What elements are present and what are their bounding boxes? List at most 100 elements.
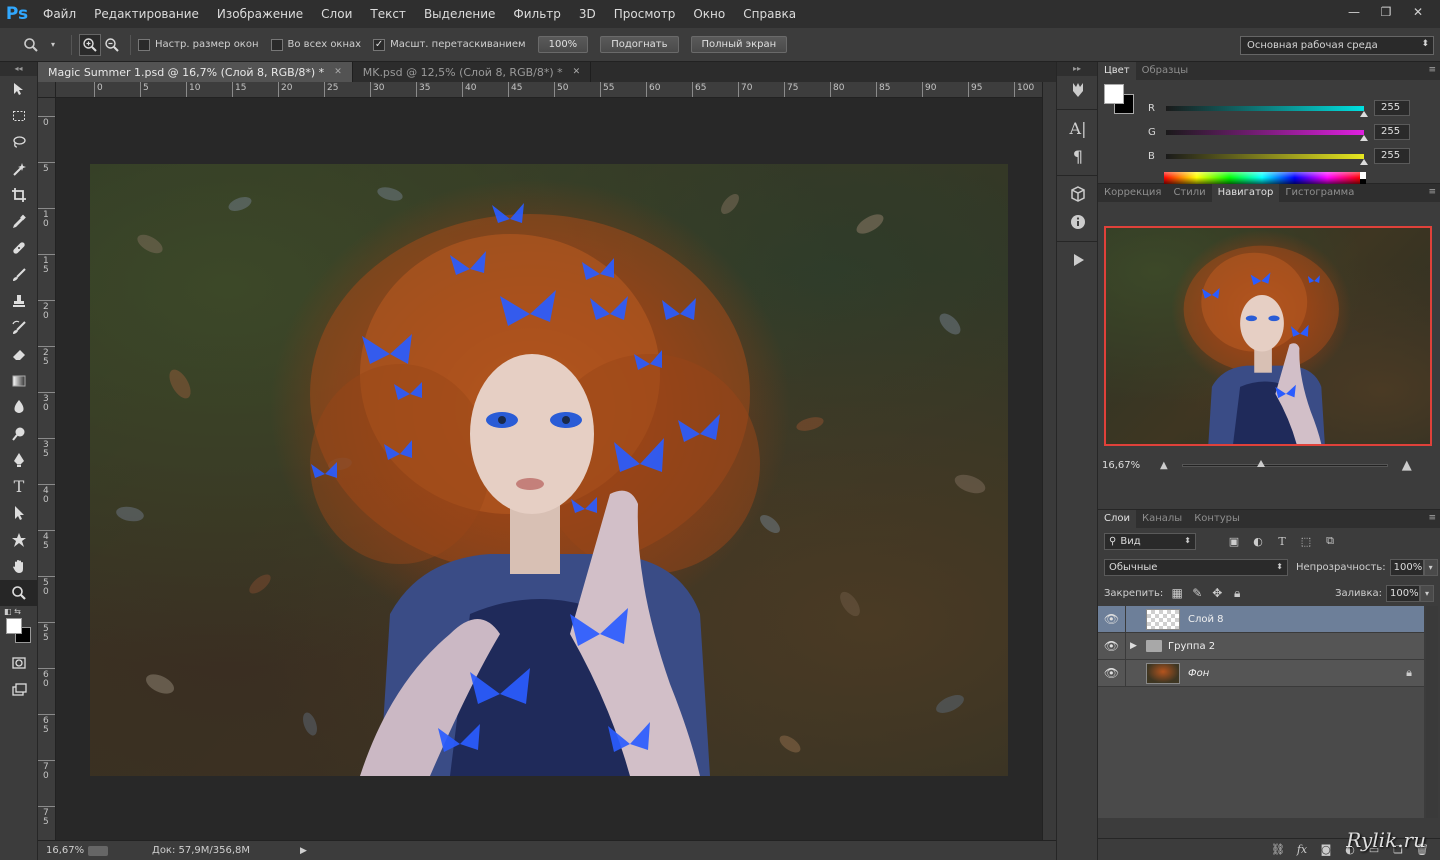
tab-histogram[interactable]: Гистограмма (1279, 184, 1360, 202)
minimize-button[interactable]: — (1340, 2, 1368, 22)
crop-tool-icon[interactable] (0, 182, 38, 209)
adjustment-layer-filter-icon[interactable]: ◐ (1250, 533, 1266, 549)
layer-row-gruppa-2[interactable]: 👁︎ ▶ Группа 2 (1098, 632, 1424, 660)
resize-windows-checkbox[interactable] (138, 38, 150, 51)
layers-scrollbar[interactable] (1426, 606, 1438, 818)
lock-pixels-brush-icon[interactable]: ✎ (1187, 585, 1207, 601)
layer-name[interactable]: Слой 8 (1188, 614, 1224, 625)
opacity-dropdown-icon[interactable]: ▾ (1423, 558, 1438, 576)
resize-windows-option[interactable]: Настр. размер окон (138, 38, 259, 51)
red-value-field[interactable]: 255 (1374, 100, 1410, 116)
eye-icon[interactable]: 👁︎ (1098, 659, 1126, 687)
menu-select[interactable]: Выделение (415, 0, 504, 28)
tab-navigator[interactable]: Навигатор (1211, 184, 1280, 202)
menu-file[interactable]: Файл (34, 0, 85, 28)
color-swatches[interactable]: ◧ ⇆ (0, 606, 38, 650)
close-icon[interactable]: ✕ (334, 67, 342, 77)
default-colors-icon[interactable]: ◧ ⇆ (4, 607, 21, 616)
ruler-origin[interactable] (38, 82, 56, 98)
magic-wand-icon[interactable] (0, 156, 38, 183)
tab-adjustments[interactable]: Коррекция (1098, 184, 1167, 202)
expand-arrow-icon[interactable]: ▶ (1130, 641, 1142, 651)
document-photo[interactable] (90, 164, 1008, 776)
document-status-icon[interactable] (88, 845, 108, 856)
panel-menu-icon[interactable]: ≡ (1428, 65, 1436, 75)
layer-row-sloi-8[interactable]: 👁︎ Слой 8 (1098, 605, 1424, 633)
eraser-icon[interactable] (0, 341, 38, 368)
zoom-all-windows-option[interactable]: Во всех окнах (270, 38, 361, 51)
status-zoom[interactable]: 16,67% (38, 845, 88, 856)
layer-row-fon[interactable]: 👁︎ Фон 🔒︎ (1098, 659, 1424, 687)
menu-3d[interactable]: 3D (570, 0, 605, 28)
paragraph-panel-icon[interactable]: ¶ (1057, 142, 1099, 170)
tab-swatches[interactable]: Образцы (1136, 62, 1195, 80)
lasso-tool-icon[interactable] (0, 129, 38, 156)
zoom-out-mountain-icon[interactable]: ▲ (1160, 460, 1168, 471)
tool-preset-dropdown-icon[interactable]: ▾ (42, 34, 64, 56)
eye-icon[interactable]: 👁︎ (1098, 605, 1126, 633)
shape-layer-filter-icon[interactable]: ⬚ (1298, 533, 1314, 549)
history-brush-icon[interactable] (0, 315, 38, 342)
brush-tool-icon[interactable] (0, 262, 38, 289)
lock-transparent-icon[interactable]: ▦ (1167, 585, 1187, 601)
navigator-view-box[interactable] (1104, 226, 1432, 446)
eye-icon[interactable]: 👁︎ (1098, 632, 1126, 660)
menu-image[interactable]: Изображение (208, 0, 312, 28)
tool-presets-icon[interactable] (1057, 76, 1099, 104)
menu-layers[interactable]: Слои (312, 0, 361, 28)
path-selection-icon[interactable] (0, 500, 38, 527)
status-menu-arrow-icon[interactable]: ▶ (300, 846, 307, 856)
type-layer-filter-icon[interactable]: T (1274, 533, 1290, 549)
color-panel-foreground-swatch[interactable] (1104, 84, 1124, 104)
tab-color[interactable]: Цвет (1098, 62, 1136, 80)
fill-field[interactable]: 100% (1386, 584, 1420, 602)
canvas-area[interactable] (56, 98, 1042, 840)
character-panel-icon[interactable]: A| (1057, 114, 1099, 142)
red-slider-thumb[interactable] (1360, 110, 1368, 117)
fill-dropdown-icon[interactable]: ▾ (1420, 584, 1434, 602)
blue-slider-thumb[interactable] (1360, 158, 1368, 165)
pixel-layer-filter-icon[interactable]: ▣ (1226, 533, 1242, 549)
close-button[interactable]: ✕ (1404, 2, 1432, 22)
tab-styles[interactable]: Стили (1167, 184, 1211, 202)
add-mask-icon[interactable]: ◙ (1318, 843, 1334, 856)
menu-filter[interactable]: Фильтр (504, 0, 569, 28)
vertical-scrollbar[interactable] (1042, 82, 1056, 840)
green-value-field[interactable]: 255 (1374, 124, 1410, 140)
fill-screen-button[interactable]: Полный экран (690, 36, 788, 53)
dodge-tool-icon[interactable] (0, 421, 38, 448)
toolbox-collapse-handle[interactable]: ◂◂ (0, 62, 37, 76)
blue-slider[interactable] (1166, 153, 1368, 165)
vertical-ruler[interactable]: 0 5 10 15 20 25 30 35 40 45 50 55 60 65 70 75 (38, 98, 56, 840)
tab-magic-summer[interactable]: Magic Summer 1.psd @ 16,7% (Слой 8, RGB/… (38, 62, 353, 82)
dock-collapse-handle[interactable]: ▸▸ (1057, 62, 1097, 76)
scrubby-zoom-option[interactable]: ✓ Масшт. перетаскиванием (373, 38, 526, 51)
gradient-tool-icon[interactable] (0, 368, 38, 395)
restore-button[interactable]: ❐ (1372, 2, 1400, 22)
custom-shape-icon[interactable] (0, 527, 38, 554)
info-panel-icon[interactable] (1057, 208, 1099, 236)
menu-view[interactable]: Просмотр (605, 0, 685, 28)
green-slider-thumb[interactable] (1360, 134, 1368, 141)
menu-help[interactable]: Справка (734, 0, 805, 28)
eyedropper-icon[interactable] (0, 209, 38, 236)
fit-screen-button[interactable]: Подогнать (600, 36, 679, 53)
menu-window[interactable]: Окно (684, 0, 734, 28)
zoom-out-icon[interactable] (101, 34, 123, 56)
panel-menu-icon[interactable]: ≡ (1428, 187, 1436, 197)
zoom-in-icon[interactable] (79, 33, 101, 56)
zoom-icon[interactable] (20, 34, 42, 56)
lock-all-icon[interactable]: 🔒︎ (1227, 585, 1247, 601)
move-tool-icon[interactable] (0, 76, 38, 103)
tab-paths[interactable]: Контуры (1188, 510, 1246, 528)
tab-channels[interactable]: Каналы (1136, 510, 1188, 528)
3d-panel-icon[interactable] (1057, 180, 1099, 208)
zoom-in-mountain-icon[interactable]: ▲ (1402, 458, 1412, 473)
pen-tool-icon[interactable] (0, 447, 38, 474)
blend-mode-select[interactable]: Обычные ⬍ (1104, 558, 1288, 576)
menu-edit[interactable]: Редактирование (85, 0, 208, 28)
green-slider[interactable] (1166, 129, 1368, 141)
layer-style-fx-icon[interactable]: fx (1294, 843, 1310, 856)
quick-mask-icon[interactable] (0, 650, 38, 677)
opacity-field[interactable]: 100% (1389, 558, 1424, 576)
